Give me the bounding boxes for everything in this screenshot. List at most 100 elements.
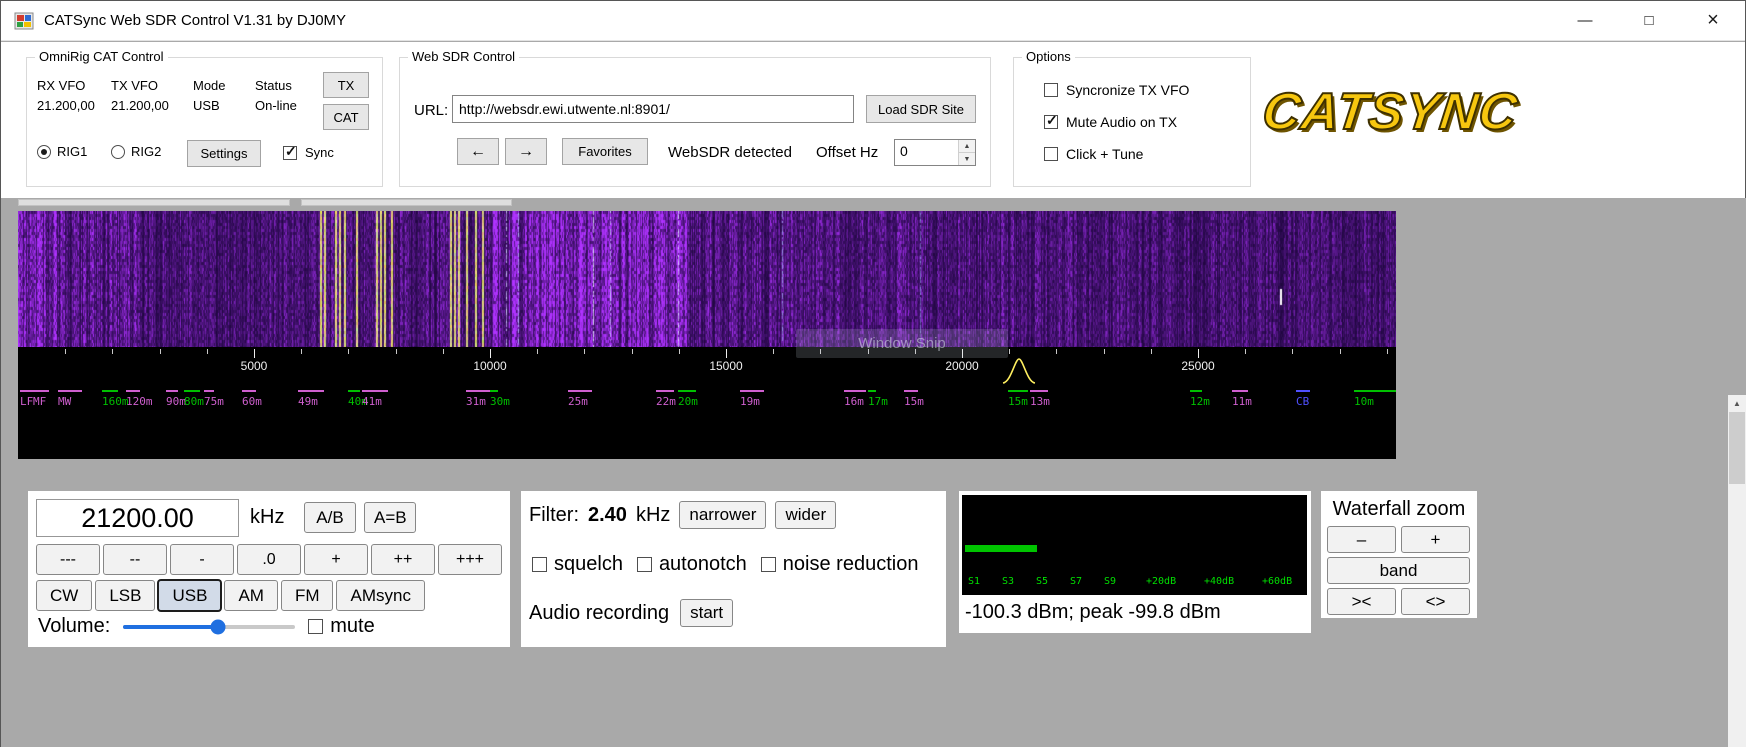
squelch-option[interactable]: squelch — [532, 553, 623, 576]
rig1-radio-row[interactable]: RIG1 — [37, 144, 87, 159]
load-sdr-site-button[interactable]: Load SDR Site — [866, 95, 976, 123]
mode-button-AM[interactable]: AM — [224, 580, 278, 611]
autonotch-checkbox[interactable] — [637, 557, 652, 572]
band-label-90m[interactable]: 90m — [166, 395, 186, 408]
volume-slider-thumb[interactable] — [210, 619, 225, 634]
band-label-12m[interactable]: 12m — [1190, 395, 1210, 408]
waterfall-display[interactable]: 500010000150002000025000 LFMFMW160m120m9… — [18, 211, 1396, 459]
volume-slider[interactable] — [123, 625, 295, 629]
step-button-+++[interactable]: +++ — [438, 544, 502, 575]
mute-option[interactable]: mute — [308, 615, 374, 638]
mute-checkbox[interactable] — [308, 619, 323, 634]
band-label-15m[interactable]: 15m — [1008, 395, 1028, 408]
tx-button[interactable]: TX — [323, 72, 369, 98]
forward-arrow-button[interactable]: → — [505, 138, 547, 165]
band-label-LF[interactable]: LF — [20, 395, 33, 408]
band-label-19m[interactable]: 19m — [740, 395, 760, 408]
band-label-30m[interactable]: 30m — [490, 395, 510, 408]
step-button-.0[interactable]: .0 — [237, 544, 301, 575]
mute-audio-on-tx-checkbox[interactable] — [1044, 115, 1058, 129]
vfo-ab-button[interactable]: A/B — [304, 502, 356, 533]
noise-reduction-option[interactable]: noise reduction — [761, 553, 919, 576]
narrower-button[interactable]: narrower — [679, 501, 766, 529]
band-label-25m[interactable]: 25m — [568, 395, 588, 408]
band-label-20m[interactable]: 20m — [678, 395, 698, 408]
band-label-22m[interactable]: 22m — [656, 395, 676, 408]
band-label-31m[interactable]: 31m — [466, 395, 486, 408]
noise-reduction-checkbox[interactable] — [761, 557, 776, 572]
syncronize-tx-vfo-checkbox[interactable] — [1044, 83, 1058, 97]
band-label-75m[interactable]: 75m — [204, 395, 224, 408]
maximize-button[interactable]: □ — [1617, 1, 1681, 40]
step-button-++[interactable]: ++ — [371, 544, 435, 575]
band-extent-line — [1354, 390, 1396, 392]
mode-button-AMsync[interactable]: AMsync — [336, 580, 424, 611]
catsync-logo: CATSYNC — [1259, 82, 1521, 142]
zoom-shrink-button[interactable]: >< — [1327, 588, 1396, 615]
zoom-out-button[interactable]: – — [1327, 526, 1396, 553]
zoom-in-button[interactable]: + — [1401, 526, 1470, 553]
click-tune-checkbox[interactable] — [1044, 147, 1058, 161]
rig2-radio[interactable] — [111, 145, 125, 159]
band-extent-line — [656, 390, 674, 392]
band-label-120m[interactable]: 120m — [126, 395, 153, 408]
minimize-button[interactable]: — — [1553, 1, 1617, 40]
settings-button[interactable]: Settings — [187, 140, 261, 167]
rig1-radio[interactable] — [37, 145, 51, 159]
band-label-160m[interactable]: 160m — [102, 395, 129, 408]
mode-button-CW[interactable]: CW — [36, 580, 92, 611]
step-button--[interactable]: - — [170, 544, 234, 575]
band-label-41m[interactable]: 41m — [362, 395, 382, 408]
band-label-17m[interactable]: 17m — [868, 395, 888, 408]
options-group-label: Options — [1022, 49, 1075, 64]
band-label-80m[interactable]: 80m — [184, 395, 204, 408]
offset-down-icon[interactable]: ▼ — [959, 153, 975, 165]
offset-up-icon[interactable]: ▲ — [959, 140, 975, 153]
sync-checkbox[interactable] — [283, 146, 297, 160]
meter-scale-S9: S9 — [1104, 576, 1116, 587]
step-button---[interactable]: -- — [103, 544, 167, 575]
step-button----[interactable]: --- — [36, 544, 100, 575]
rig2-radio-row[interactable]: RIG2 — [111, 144, 161, 159]
cat-button[interactable]: CAT — [323, 104, 369, 130]
band-label-49m[interactable]: 49m — [298, 395, 318, 408]
scrollbar-thumb[interactable] — [1729, 412, 1745, 484]
step-button-+[interactable]: + — [304, 544, 368, 575]
scale-label-25000: 25000 — [1181, 359, 1214, 373]
squelch-checkbox[interactable] — [532, 557, 547, 572]
window-controls: — □ × — [1553, 1, 1745, 40]
favorites-button[interactable]: Favorites — [562, 138, 648, 165]
zoom-band-button[interactable]: band — [1327, 557, 1470, 584]
mode-button-FM[interactable]: FM — [281, 580, 334, 611]
autonotch-option[interactable]: autonotch — [637, 553, 747, 576]
vfo-aeqb-button[interactable]: A=B — [364, 502, 416, 533]
band-label-13m[interactable]: 13m — [1030, 395, 1050, 408]
recording-start-button[interactable]: start — [680, 599, 733, 627]
band-label-11m[interactable]: 11m — [1232, 395, 1252, 408]
close-button[interactable]: × — [1681, 1, 1745, 40]
band-label-CB[interactable]: CB — [1296, 395, 1309, 408]
option-mute-audio-on-tx[interactable]: Mute Audio on TX — [1044, 114, 1177, 130]
band-label-60m[interactable]: 60m — [242, 395, 262, 408]
band-label-16m[interactable]: 16m — [844, 395, 864, 408]
waterfall-canvas[interactable] — [18, 211, 1396, 347]
band-label-15m[interactable]: 15m — [904, 395, 924, 408]
mode-button-USB[interactable]: USB — [158, 580, 221, 611]
band-label-10m[interactable]: 10m — [1354, 395, 1374, 408]
back-arrow-button[interactable]: ← — [457, 138, 499, 165]
band-label-MF[interactable]: MF — [33, 395, 46, 408]
vertical-scrollbar[interactable]: ▲ ▼ — [1728, 395, 1746, 747]
scroll-up-icon[interactable]: ▲ — [1728, 395, 1746, 412]
wider-button[interactable]: wider — [775, 501, 836, 529]
band-label-MW[interactable]: MW — [58, 395, 71, 408]
mode-button-LSB[interactable]: LSB — [95, 580, 155, 611]
offset-hz-stepper[interactable]: 0 ▲ ▼ — [894, 139, 976, 166]
scale-tick — [65, 349, 66, 354]
frequency-input[interactable] — [36, 499, 239, 537]
band-extent-line — [166, 390, 178, 392]
option-syncronize-tx-vfo[interactable]: Syncronize TX VFO — [1044, 82, 1189, 98]
sync-option-row[interactable]: Sync — [283, 145, 334, 160]
zoom-expand-button[interactable]: <> — [1401, 588, 1470, 615]
url-input[interactable] — [452, 95, 854, 123]
option-click-tune[interactable]: Click + Tune — [1044, 146, 1143, 162]
